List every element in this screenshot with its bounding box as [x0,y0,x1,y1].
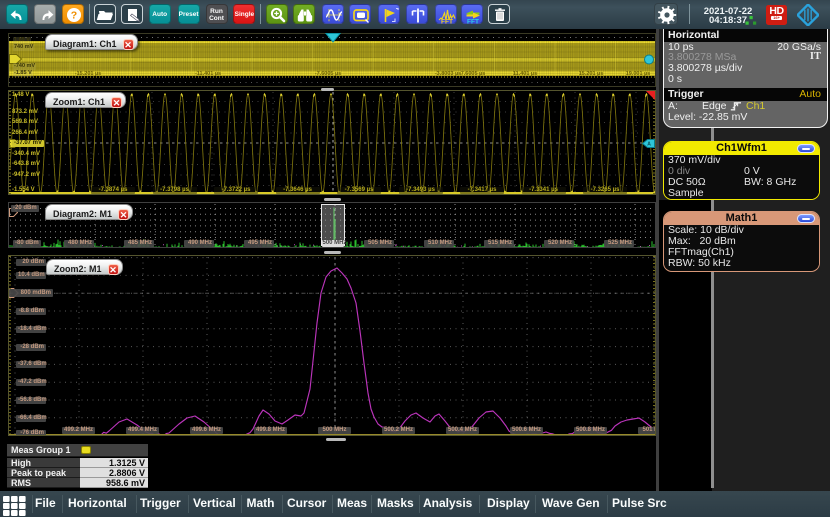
svg-text:?: ? [71,9,77,21]
svg-text:FFT: FFT [467,19,479,26]
svg-text:FFT: FFT [441,19,453,26]
svg-text:A: A [647,141,651,147]
